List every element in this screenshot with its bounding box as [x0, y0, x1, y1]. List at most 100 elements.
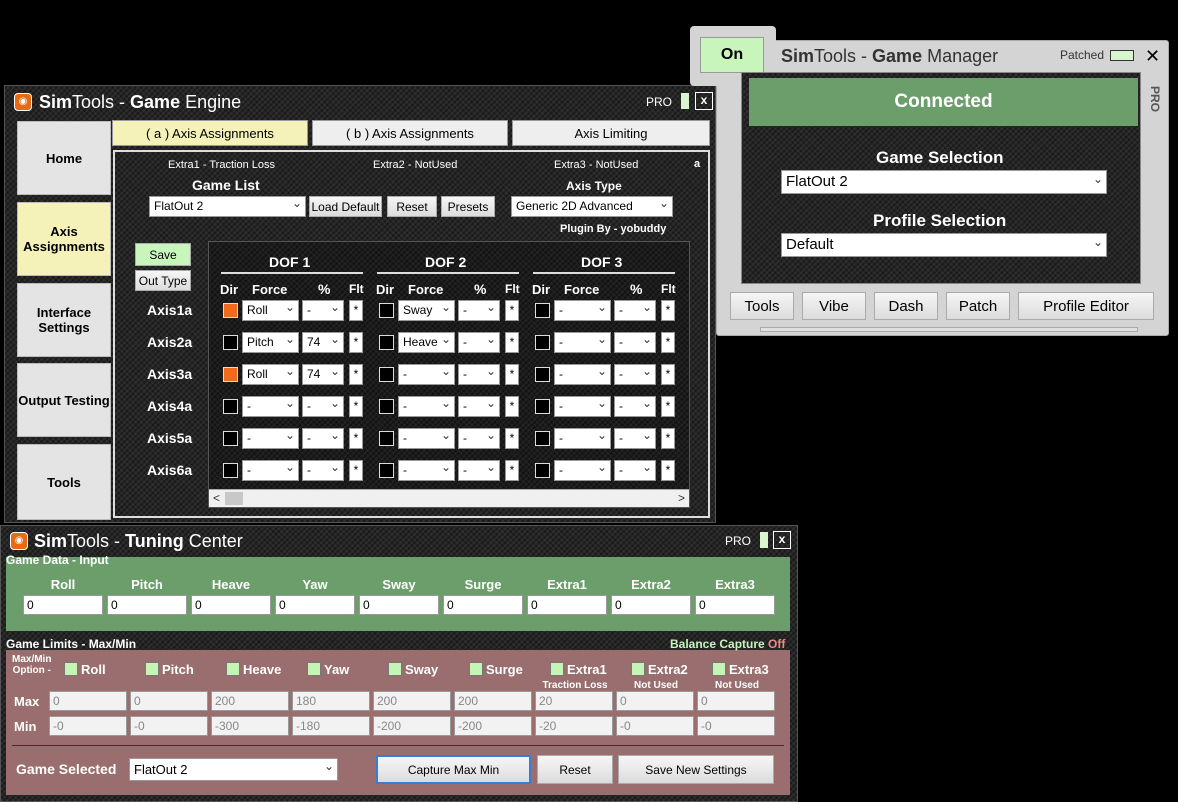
game-selection-select[interactable]: FlatOut 2	[781, 170, 1107, 194]
percent-select[interactable]: -	[458, 396, 500, 417]
min-input-roll[interactable]: -0	[49, 716, 127, 736]
max-input-extra1[interactable]: 20	[535, 691, 613, 711]
percent-select[interactable]: 74	[302, 364, 344, 385]
on-button[interactable]: On	[700, 37, 764, 73]
percent-select[interactable]: -	[614, 300, 656, 321]
percent-select[interactable]: -	[614, 364, 656, 385]
dir-checkbox[interactable]	[379, 303, 394, 318]
option-checkbox-extra2[interactable]	[631, 662, 645, 676]
percent-select[interactable]: -	[614, 332, 656, 353]
input-pitch[interactable]: 0	[107, 595, 187, 615]
option-checkbox-heave[interactable]	[226, 662, 240, 676]
max-input-roll[interactable]: 0	[49, 691, 127, 711]
filter-button[interactable]: *	[349, 460, 363, 481]
tools-button[interactable]: Tools	[730, 292, 794, 320]
sidebar-item-interface-settings[interactable]: Interface Settings	[17, 283, 111, 357]
force-select[interactable]: -	[554, 300, 611, 321]
tab-axis-limiting[interactable]: Axis Limiting	[512, 120, 710, 146]
max-input-extra3[interactable]: 0	[697, 691, 775, 711]
max-input-pitch[interactable]: 0	[130, 691, 208, 711]
force-select[interactable]: -	[554, 364, 611, 385]
dir-checkbox[interactable]	[535, 303, 550, 318]
percent-select[interactable]: -	[458, 300, 500, 321]
force-select[interactable]: -	[398, 428, 455, 449]
percent-select[interactable]: -	[302, 300, 344, 321]
game-list-select[interactable]: FlatOut 2	[149, 196, 306, 217]
dir-checkbox[interactable]	[223, 399, 238, 414]
dir-checkbox[interactable]	[535, 367, 550, 382]
input-yaw[interactable]: 0	[275, 595, 355, 615]
dir-checkbox[interactable]	[223, 303, 238, 318]
out-type-button[interactable]: Out Type	[135, 270, 191, 291]
filter-button[interactable]: *	[661, 364, 675, 385]
force-select[interactable]: -	[398, 396, 455, 417]
dir-checkbox[interactable]	[379, 367, 394, 382]
filter-button[interactable]: *	[505, 460, 519, 481]
sidebar-item-tools[interactable]: Tools	[17, 444, 111, 520]
scroll-thumb[interactable]	[225, 492, 243, 505]
force-select[interactable]: -	[554, 428, 611, 449]
game-selected-select[interactable]: FlatOut 2	[129, 758, 338, 781]
dir-checkbox[interactable]	[535, 463, 550, 478]
percent-select[interactable]: -	[302, 396, 344, 417]
close-button[interactable]: x	[695, 92, 713, 110]
force-select[interactable]: Roll	[242, 364, 299, 385]
vibe-button[interactable]: Vibe	[802, 292, 866, 320]
max-input-surge[interactable]: 200	[454, 691, 532, 711]
balance-capture-label[interactable]: Balance Capture Off	[670, 637, 785, 651]
filter-button[interactable]: *	[661, 460, 675, 481]
scroll-right-arrow[interactable]: >	[678, 491, 685, 505]
force-select[interactable]: Roll	[242, 300, 299, 321]
input-surge[interactable]: 0	[443, 595, 523, 615]
option-checkbox-roll[interactable]	[64, 662, 78, 676]
filter-button[interactable]: *	[505, 396, 519, 417]
min-input-heave[interactable]: -300	[211, 716, 289, 736]
max-input-sway[interactable]: 200	[373, 691, 451, 711]
max-input-heave[interactable]: 200	[211, 691, 289, 711]
min-input-extra2[interactable]: -0	[616, 716, 694, 736]
option-checkbox-pitch[interactable]	[145, 662, 159, 676]
force-select[interactable]: Heave	[398, 332, 455, 353]
percent-select[interactable]: -	[458, 428, 500, 449]
profile-editor-button[interactable]: Profile Editor	[1018, 292, 1154, 320]
option-checkbox-extra3[interactable]	[712, 662, 726, 676]
force-select[interactable]: -	[242, 460, 299, 481]
input-sway[interactable]: 0	[359, 595, 439, 615]
percent-select[interactable]: -	[458, 460, 500, 481]
option-checkbox-surge[interactable]	[469, 662, 483, 676]
dir-checkbox[interactable]	[223, 335, 238, 350]
input-extra2[interactable]: 0	[611, 595, 691, 615]
min-input-extra1[interactable]: -20	[535, 716, 613, 736]
load-default-button[interactable]: Load Default	[309, 196, 382, 217]
filter-button[interactable]: *	[661, 428, 675, 449]
filter-button[interactable]: *	[505, 364, 519, 385]
patch-button[interactable]: Patch	[946, 292, 1010, 320]
percent-select[interactable]: -	[302, 460, 344, 481]
input-extra1[interactable]: 0	[527, 595, 607, 615]
dir-checkbox[interactable]	[535, 431, 550, 446]
max-input-extra2[interactable]: 0	[616, 691, 694, 711]
option-checkbox-yaw[interactable]	[307, 662, 321, 676]
force-select[interactable]: -	[554, 396, 611, 417]
percent-select[interactable]: 74	[302, 332, 344, 353]
save-new-settings-button[interactable]: Save New Settings	[618, 755, 774, 784]
filter-button[interactable]: *	[661, 332, 675, 353]
percent-select[interactable]: -	[302, 428, 344, 449]
dir-checkbox[interactable]	[223, 367, 238, 382]
percent-select[interactable]: -	[458, 364, 500, 385]
filter-button[interactable]: *	[349, 332, 363, 353]
dir-checkbox[interactable]	[379, 399, 394, 414]
option-checkbox-extra1[interactable]	[550, 662, 564, 676]
min-input-yaw[interactable]: -180	[292, 716, 370, 736]
sidebar-item-output-testing[interactable]: Output Testing	[17, 363, 111, 437]
reset-button[interactable]: Reset	[387, 196, 437, 217]
filter-button[interactable]: *	[505, 332, 519, 353]
min-input-surge[interactable]: -200	[454, 716, 532, 736]
capture-max-min-button[interactable]: Capture Max Min	[376, 755, 531, 784]
close-button[interactable]: x	[773, 531, 791, 549]
dir-checkbox[interactable]	[535, 399, 550, 414]
min-input-sway[interactable]: -200	[373, 716, 451, 736]
filter-button[interactable]: *	[661, 396, 675, 417]
force-select[interactable]: -	[398, 460, 455, 481]
horizontal-scrollbar[interactable]: < >	[209, 489, 689, 507]
